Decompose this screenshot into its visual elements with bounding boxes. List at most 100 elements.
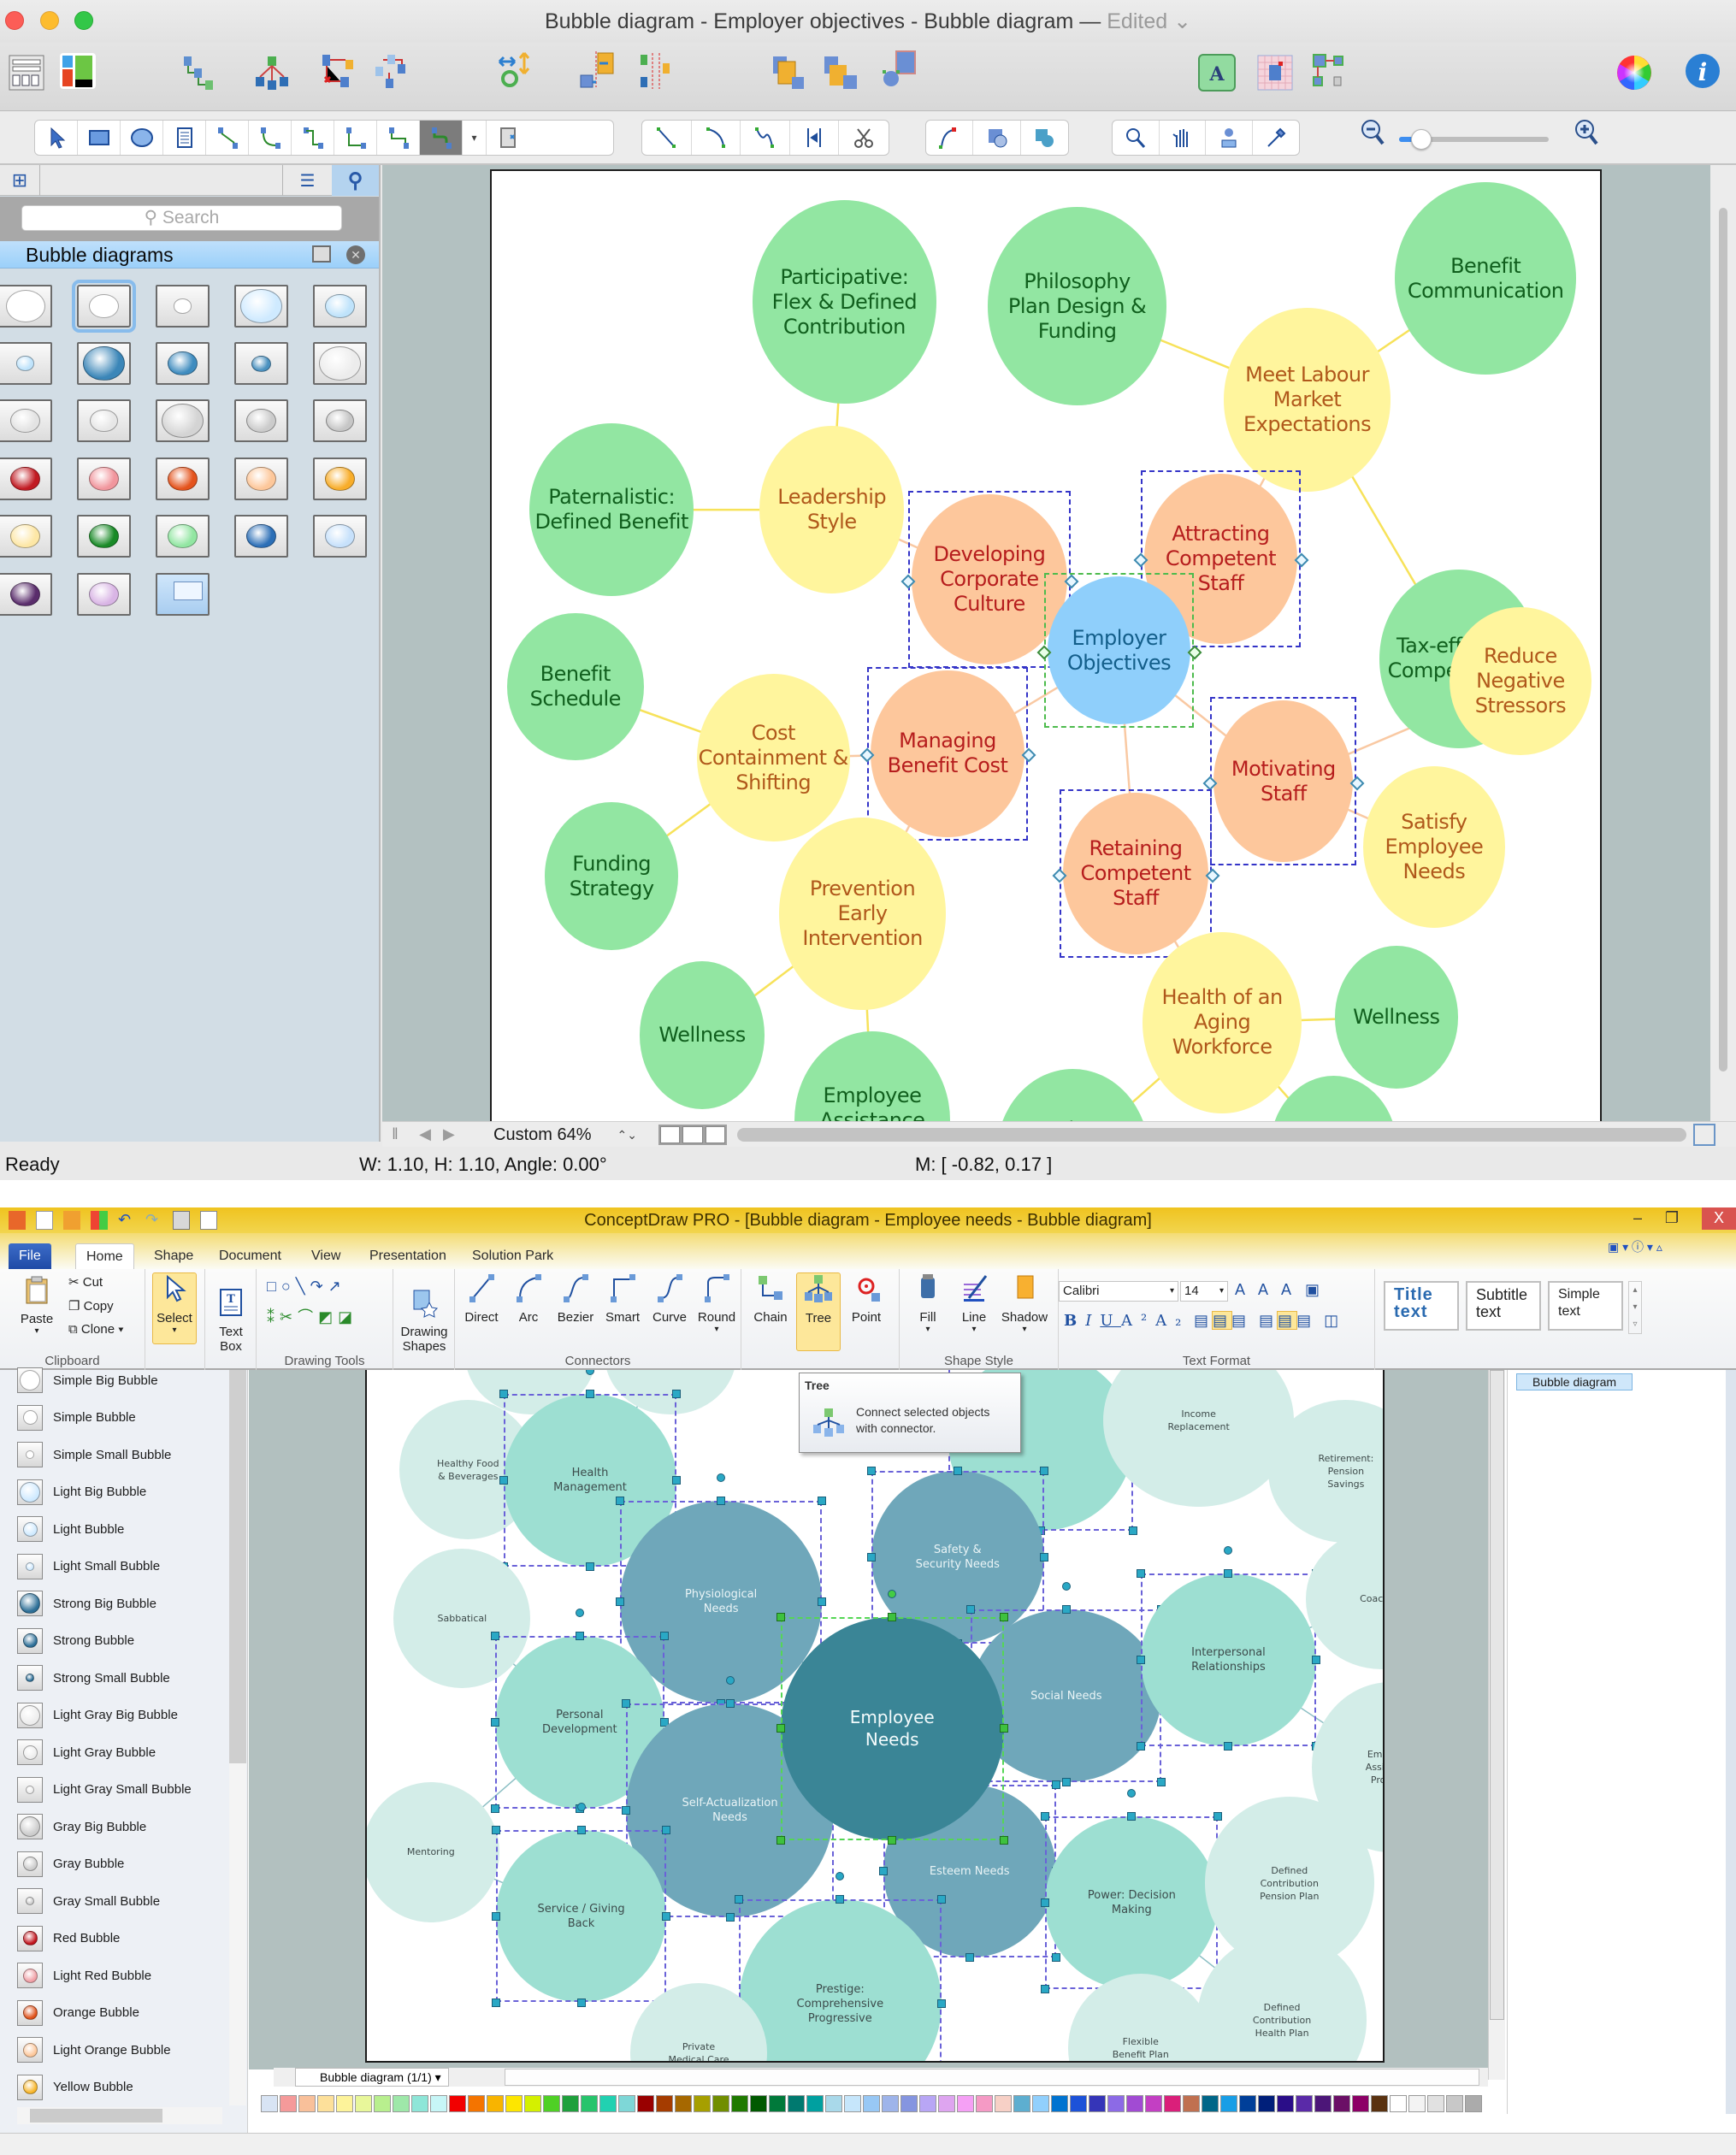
- bring-front-icon[interactable]: [770, 53, 809, 92]
- library-horizontal-scrollbar[interactable]: [17, 2107, 222, 2124]
- scissors-tool[interactable]: [839, 121, 889, 155]
- resize-handle[interactable]: [492, 1825, 501, 1834]
- resize-handle[interactable]: [866, 1467, 876, 1476]
- resize-handle[interactable]: [776, 1612, 785, 1621]
- drawing-tools-row-1[interactable]: □○╲↷↗: [267, 1278, 346, 1296]
- library-shape-item[interactable]: [156, 399, 210, 442]
- palette-swatch[interactable]: [769, 2095, 786, 2112]
- resize-handle[interactable]: [965, 1953, 974, 1963]
- resize-handle[interactable]: [1039, 1553, 1048, 1562]
- library-list-item[interactable]: Light Big Bubble: [17, 1475, 146, 1509]
- palette-swatch[interactable]: [449, 2095, 466, 2112]
- drawing-tools-row-2[interactable]: ⁑✂⌒◩◪: [267, 1305, 357, 1327]
- library-search-input[interactable]: ⚲ Search: [21, 205, 342, 231]
- resize-handle[interactable]: [725, 1698, 735, 1708]
- connector-curve-button[interactable]: Curve: [648, 1272, 691, 1325]
- win-vertical-scrollbar[interactable]: [1488, 1370, 1505, 2080]
- zoom-slider[interactable]: [1385, 127, 1642, 152]
- resize-handle[interactable]: [1157, 1777, 1166, 1786]
- bubble-prevention[interactable]: Prevention Early Intervention: [778, 818, 947, 1011]
- library-shape-item[interactable]: [156, 573, 210, 616]
- split-handle[interactable]: ‖: [382, 1122, 408, 1148]
- solutions-icon[interactable]: [58, 51, 97, 91]
- library-shape-item[interactable]: [156, 342, 210, 385]
- palette-swatch[interactable]: [900, 2095, 918, 2112]
- tab-solution-park[interactable]: Solution Park: [462, 1243, 564, 1269]
- text-style-simple[interactable]: Simple text: [1548, 1281, 1623, 1331]
- resize-handle[interactable]: [1312, 1656, 1321, 1665]
- palette-swatch[interactable]: [844, 2095, 861, 2112]
- library-header[interactable]: Bubble diagrams ✕: [0, 241, 379, 269]
- spline-tool[interactable]: [790, 121, 840, 155]
- library-shape-item[interactable]: [77, 458, 131, 500]
- resize-handle[interactable]: [999, 1724, 1008, 1733]
- resize-handle[interactable]: [671, 1389, 681, 1398]
- palette-swatch[interactable]: [1013, 2095, 1030, 2112]
- library-list-item[interactable]: Gray Big Bubble: [17, 1810, 146, 1844]
- bubble-philosophy[interactable]: Philosophy Plan Design & Funding: [988, 207, 1166, 405]
- palette-swatch[interactable]: [731, 2095, 748, 2112]
- connector-arc-button[interactable]: Arc: [507, 1272, 550, 1325]
- resize-handle[interactable]: [818, 1497, 827, 1506]
- resize-handle[interactable]: [1224, 1569, 1233, 1579]
- tab-shape[interactable]: Shape: [144, 1243, 204, 1269]
- resize-handle[interactable]: [735, 1895, 743, 1904]
- bubble-benefit-schedule[interactable]: Benefit Schedule: [506, 612, 644, 761]
- win-vertical-scroll-thumb[interactable]: [1490, 1370, 1504, 2020]
- palette-swatch[interactable]: [336, 2095, 353, 2112]
- smart-connector-tool[interactable]: [334, 121, 377, 155]
- edit-arc-tool[interactable]: [926, 121, 974, 155]
- resize-handle[interactable]: [1224, 1742, 1233, 1751]
- eyedropper-tool[interactable]: [1253, 121, 1300, 155]
- tab-view[interactable]: View: [301, 1243, 351, 1269]
- resize-handle[interactable]: [499, 1475, 509, 1485]
- palette-swatch[interactable]: [938, 2095, 955, 2112]
- palette-swatch[interactable]: [1427, 2095, 1444, 2112]
- tab-home[interactable]: Home: [75, 1243, 134, 1269]
- library-shape-item[interactable]: [77, 342, 131, 385]
- tree-button[interactable]: Tree: [796, 1272, 841, 1351]
- bubble-funding[interactable]: Funding Strategy: [544, 802, 679, 951]
- palette-swatch[interactable]: [1070, 2095, 1087, 2112]
- library-shape-item[interactable]: [77, 515, 131, 558]
- library-shape-item[interactable]: [313, 515, 367, 558]
- text-tool[interactable]: [163, 121, 206, 155]
- library-list-item[interactable]: Strong Bubble: [17, 1624, 134, 1658]
- close-library-icon[interactable]: ✕: [346, 245, 365, 264]
- rectangle-tool[interactable]: [78, 121, 121, 155]
- union-tool[interactable]: [1021, 121, 1068, 155]
- resize-handle[interactable]: [818, 1597, 827, 1607]
- resize-handle[interactable]: [999, 1612, 1008, 1621]
- palette-swatch[interactable]: [806, 2095, 824, 2112]
- resize-handle[interactable]: [888, 1612, 897, 1621]
- tab-document[interactable]: Document: [209, 1243, 292, 1269]
- library-shape-item[interactable]: [72, 280, 136, 333]
- palette-swatch[interactable]: [430, 2095, 447, 2112]
- ribbon-options-icons[interactable]: ▣ ▾ ⓘ ▾ ▵: [1608, 1238, 1662, 1255]
- edit-shape-tool[interactable]: [973, 121, 1021, 155]
- palette-swatch[interactable]: [298, 2095, 316, 2112]
- restore-button[interactable]: ❐: [1659, 1207, 1685, 1230]
- bubble-paternalistic[interactable]: Paternalistic: Defined Benefit: [529, 423, 694, 597]
- palette-swatch[interactable]: [637, 2095, 654, 2112]
- select-button[interactable]: Select ▾: [152, 1272, 197, 1344]
- vertical-scroll-thumb[interactable]: [1719, 208, 1727, 1072]
- library-shape-item[interactable]: [313, 399, 367, 442]
- arc-tool[interactable]: [692, 121, 741, 155]
- palette-swatch[interactable]: [656, 2095, 673, 2112]
- resize-handle[interactable]: [717, 1497, 726, 1506]
- resize-handle[interactable]: [953, 1467, 962, 1476]
- library-list-item[interactable]: Light Gray Small Bubble: [17, 1773, 192, 1807]
- library-shape-item[interactable]: [156, 458, 210, 500]
- palette-swatch[interactable]: [1314, 2095, 1332, 2112]
- bubble-leadership[interactable]: Leadership Style: [759, 426, 905, 593]
- library-list-item[interactable]: Light Gray Bubble: [17, 1735, 156, 1769]
- flip-rotate-icon[interactable]: [496, 50, 535, 89]
- palette-swatch[interactable]: [825, 2095, 842, 2112]
- library-list-item[interactable]: Light Bubble: [17, 1512, 124, 1546]
- resize-handle[interactable]: [1213, 1812, 1223, 1821]
- library-list-icon[interactable]: ☰: [282, 165, 332, 196]
- chain-button[interactable]: Chain: [750, 1272, 791, 1325]
- fill-button[interactable]: Fill ▾: [906, 1272, 949, 1334]
- resize-handle[interactable]: [1039, 1467, 1048, 1476]
